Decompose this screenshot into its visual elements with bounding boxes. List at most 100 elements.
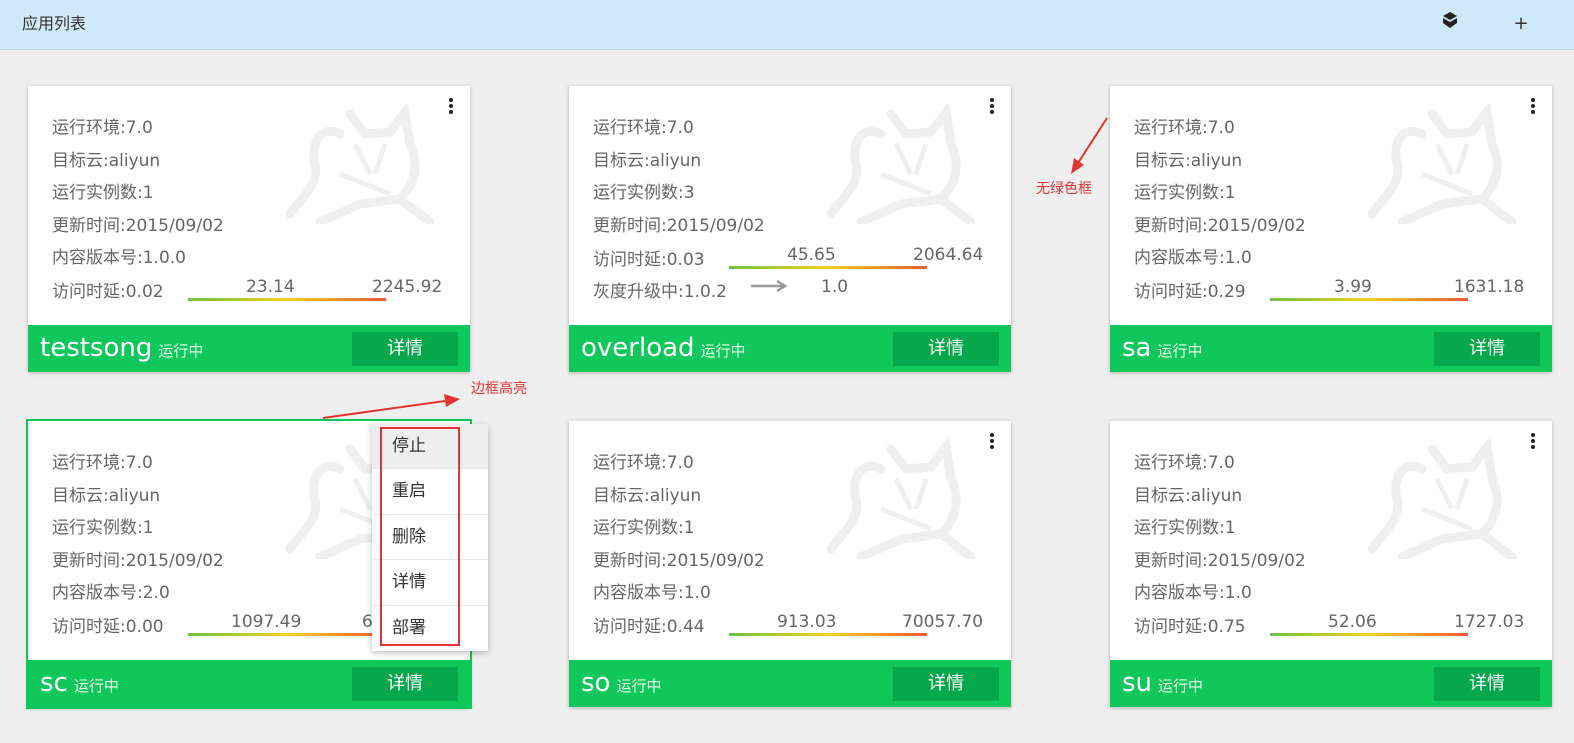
app-card-testsong[interactable]: 运行环境:7.0 目标云:aliyun 运行实例数:1 更新时间:2015/09… [28,86,470,372]
latency-max-value: 1631.18 [1454,277,1525,297]
annotation-arrow-head [1071,158,1084,174]
latency-max-value: 2064.64 [913,245,984,265]
gray-upgrade-label: 灰度升级中:1.0.2 [593,282,727,302]
more-options-icon[interactable] [985,431,999,451]
card-footer: sc 运行中 详情 [28,660,470,707]
card-info: 运行环境:7.0 目标云:aliyun 运行实例数:1 更新时间:2015/09… [52,447,224,610]
annotation-no-green-border: 无绿色框 [1036,181,1092,197]
tomcat-watermark-icon [1367,439,1517,559]
gray-upgrade-target: 1.0 [821,277,849,297]
runtime-env: 运行环境:7.0 [593,453,694,473]
app-name-text: so [581,668,611,698]
more-options-icon[interactable] [444,96,458,116]
latency-mid-value: 52.06 [1328,612,1377,632]
more-options-icon[interactable] [1526,96,1540,116]
latency-bar [729,633,927,636]
latency-mid-value: 23.14 [246,277,295,297]
app-name-text: sa [1122,333,1152,363]
latency-max-value: 70057.70 [902,612,984,632]
tomcat-watermark-icon [826,439,976,559]
latency-max-value: 1727.03 [1454,612,1525,632]
card-footer: so 运行中 详情 [569,660,1011,707]
detail-button[interactable]: 详情 [1434,667,1540,701]
latency-bar [729,266,927,269]
instance-count: 运行实例数:1 [52,183,154,203]
latency-label: 访问时延:0.75 [1134,617,1246,637]
app-name: su 运行中 [1122,668,1203,698]
box-icon-glyph [1443,12,1457,28]
app-name-text: su [1122,668,1153,698]
card-info: 运行环境:7.0 目标云:aliyun 运行实例数:1 更新时间:2015/09… [593,447,765,610]
card-footer: su 运行中 详情 [1110,660,1552,707]
runtime-env: 运行环境:7.0 [52,118,153,138]
latency-mid-value: 3.99 [1334,277,1372,297]
app-name: sc 运行中 [40,668,119,698]
content-version: 内容版本号:1.0 [1134,583,1252,603]
runtime-env: 运行环境:7.0 [52,453,153,473]
detail-button[interactable]: 详情 [893,332,999,366]
target-cloud: 目标云:aliyun [52,485,161,506]
menu-item-deploy[interactable]: 部署 [372,606,488,651]
runtime-env: 运行环境:7.0 [593,118,694,138]
annotation-arrow-line [1077,117,1108,164]
context-menu: 停止 重启 删除 详情 部署 [372,424,488,651]
annotation-arrow-line [322,400,446,419]
instance-count: 运行实例数:1 [52,518,154,538]
app-card-sa[interactable]: 运行环境:7.0 目标云:aliyun 运行实例数:1 更新时间:2015/09… [1110,86,1552,372]
instance-count: 运行实例数:3 [593,183,695,203]
latency-mid-value: 913.03 [777,612,837,632]
update-time: 更新时间:2015/09/02 [1134,550,1306,571]
menu-item-stop[interactable]: 停止 [372,424,488,470]
app-card-overload[interactable]: 运行环境:7.0 目标云:aliyun 运行实例数:3 更新时间:2015/09… [569,86,1011,372]
latency-label: 访问时延:0.00 [52,617,164,637]
app-status: 运行中 [158,342,204,360]
runtime-env: 运行环境:7.0 [1134,118,1235,138]
app-status: 运行中 [700,342,746,360]
right-arrow-icon [751,279,788,293]
app-card-so[interactable]: 运行环境:7.0 目标云:aliyun 运行实例数:1 更新时间:2015/09… [569,421,1011,707]
app-name-text: testsong [40,333,153,363]
latency-bar [188,298,386,301]
app-name-text: overload [581,333,695,363]
update-time: 更新时间:2015/09/02 [52,550,224,571]
detail-button[interactable]: 详情 [352,667,458,701]
box-icon[interactable] [1437,11,1463,37]
latency-mid-value: 45.65 [787,245,836,265]
card-footer: overload 运行中 详情 [569,325,1011,372]
content-version: 内容版本号:2.0 [52,583,170,603]
latency-bar [1270,633,1468,636]
menu-item-restart[interactable]: 重启 [372,469,488,515]
latency-label: 访问时延:0.03 [593,250,705,270]
app-card-su[interactable]: 运行环境:7.0 目标云:aliyun 运行实例数:1 更新时间:2015/09… [1110,421,1552,707]
content-version: 内容版本号:1.0 [593,583,711,603]
top-bar: 应用列表 + [0,0,1574,50]
more-options-icon[interactable] [1526,431,1540,451]
app-status: 运行中 [73,677,119,695]
menu-item-delete[interactable]: 删除 [372,515,488,561]
annotation-arrow-head [444,394,460,407]
more-options-icon[interactable] [985,96,999,116]
latency-bar [188,633,386,636]
instance-count: 运行实例数:1 [593,518,695,538]
app-status: 运行中 [1157,342,1203,360]
content-version: 内容版本号:1.0.0 [52,248,186,268]
card-footer: sa 运行中 详情 [1110,325,1552,372]
card-info: 运行环境:7.0 目标云:aliyun 运行实例数:3 更新时间:2015/09… [593,112,765,242]
tomcat-watermark-icon [285,104,435,224]
latency-label: 访问时延:0.02 [52,282,164,302]
app-name: overload 运行中 [581,333,746,363]
target-cloud: 目标云:aliyun [593,150,702,171]
add-icon[interactable]: + [1508,11,1534,37]
menu-item-detail[interactable]: 详情 [372,560,488,606]
detail-button[interactable]: 详情 [893,667,999,701]
app-status: 运行中 [616,677,662,695]
tomcat-watermark-icon [826,104,976,224]
app-name: sa 运行中 [1122,333,1203,363]
detail-button[interactable]: 详情 [352,332,458,366]
latency-label: 访问时延:0.29 [1134,282,1246,302]
update-time: 更新时间:2015/09/02 [593,550,765,571]
update-time: 更新时间:2015/09/02 [52,215,224,236]
card-info: 运行环境:7.0 目标云:aliyun 运行实例数:1 更新时间:2015/09… [1134,447,1306,610]
latency-bar [1270,298,1468,301]
detail-button[interactable]: 详情 [1434,332,1540,366]
